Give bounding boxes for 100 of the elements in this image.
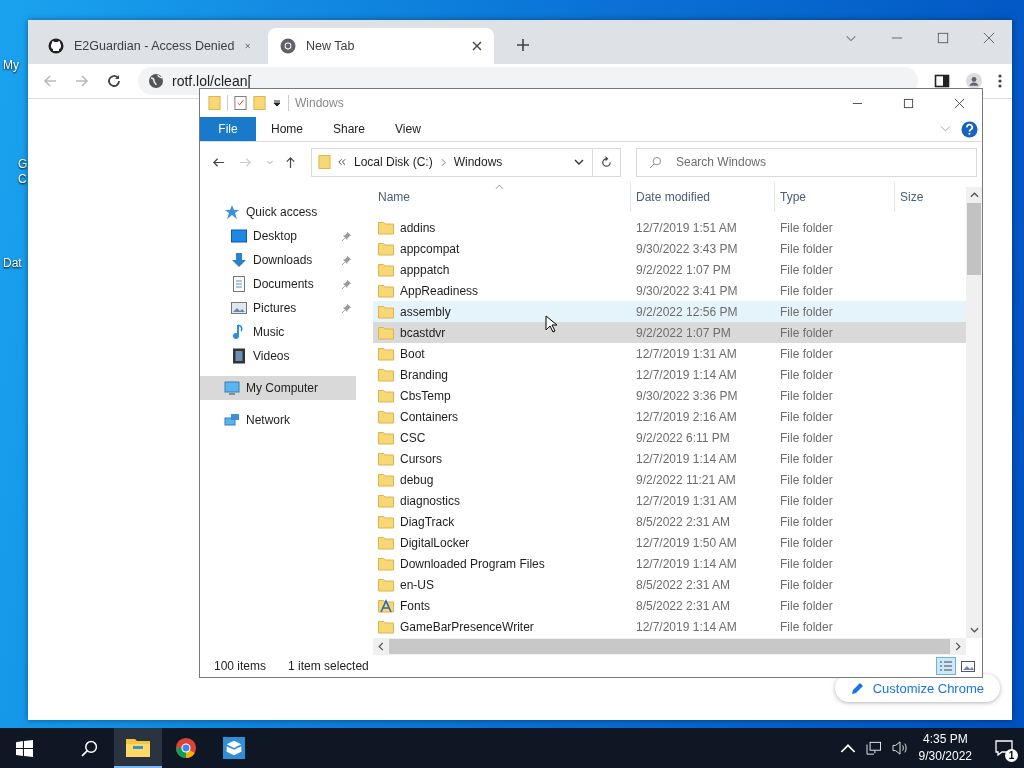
file-explorer-taskbar-button[interactable] bbox=[114, 728, 162, 768]
close-icon[interactable] bbox=[472, 41, 482, 51]
file-name: en-US bbox=[400, 577, 434, 592]
large-icons-view-icon[interactable] bbox=[960, 659, 976, 673]
file-row[interactable]: CbsTemp 9/30/2022 3:36 PM File folder bbox=[373, 385, 966, 406]
scroll-up-icon[interactable] bbox=[969, 192, 979, 198]
file-row[interactable]: Downloaded Program Files 12/7/2019 1:14 AM File folder bbox=[373, 553, 966, 574]
nav-item[interactable]: Videos bbox=[200, 344, 356, 368]
file-name: assembly bbox=[400, 304, 451, 319]
download-icon bbox=[231, 252, 247, 268]
maximize-icon[interactable] bbox=[937, 32, 949, 44]
folder-icon bbox=[378, 262, 394, 277]
type-cell: File folder bbox=[780, 409, 833, 424]
notifications-button[interactable]: 1 bbox=[984, 728, 1024, 768]
nav-item[interactable]: Music bbox=[200, 320, 356, 344]
properties-icon[interactable] bbox=[234, 95, 247, 111]
date-cell: 9/2/2022 12:56 PM bbox=[636, 304, 738, 319]
scroll-thumb[interactable] bbox=[967, 203, 981, 275]
column-header[interactable]: Type bbox=[775, 182, 895, 212]
column-header[interactable]: Date modified bbox=[631, 182, 775, 212]
pin-icon[interactable] bbox=[341, 230, 352, 242]
search-input[interactable]: Search Windows bbox=[674, 154, 976, 170]
column-header[interactable]: Size bbox=[895, 182, 966, 212]
breadcrumb-item[interactable]: Local Disk (C:) bbox=[354, 155, 433, 169]
speaker-icon[interactable] bbox=[891, 741, 908, 755]
browser-tab[interactable]: New Tab bbox=[268, 28, 494, 64]
file-row[interactable]: debug 9/2/2022 11:21 AM File folder bbox=[373, 469, 966, 490]
file-row[interactable]: bcastdvr 9/2/2022 1:07 PM File folder bbox=[373, 322, 966, 343]
box-app-icon bbox=[222, 737, 246, 759]
ribbon-tab[interactable]: View bbox=[380, 117, 436, 141]
file-row[interactable]: apppatch 9/2/2022 1:07 PM File folder bbox=[373, 259, 966, 280]
nav-item[interactable]: Quick access bbox=[200, 200, 356, 224]
folder-icon bbox=[378, 325, 394, 340]
pin-icon[interactable] bbox=[341, 278, 352, 290]
folder-icon bbox=[378, 346, 394, 361]
dropdown-icon[interactable] bbox=[272, 98, 282, 108]
folder-icon bbox=[378, 367, 394, 382]
new-tab-icon[interactable] bbox=[516, 38, 530, 52]
column-header[interactable]: Name bbox=[373, 182, 631, 212]
nav-item[interactable]: My Computer bbox=[200, 376, 356, 400]
nav-item[interactable]: Network bbox=[200, 408, 356, 432]
clock-time[interactable]: 4:35 PM bbox=[922, 731, 968, 748]
nav-item[interactable]: Downloads bbox=[200, 248, 356, 272]
scroll-thumb[interactable] bbox=[389, 639, 950, 654]
double-chevron-icon[interactable] bbox=[337, 158, 346, 166]
file-tab[interactable]: File bbox=[200, 117, 256, 141]
folder-icon bbox=[378, 304, 394, 319]
pencil-icon bbox=[850, 681, 865, 695]
browser-tab[interactable]: E2Guardian - Access Denied bbox=[36, 28, 262, 64]
maximize-icon[interactable] bbox=[903, 97, 914, 109]
search-icon[interactable] bbox=[81, 739, 98, 757]
menu-icon[interactable] bbox=[998, 73, 1002, 89]
help-icon[interactable] bbox=[961, 120, 978, 138]
reload-icon[interactable] bbox=[106, 73, 122, 89]
file-row[interactable]: appcompat 9/30/2022 3:43 PM File folder bbox=[373, 238, 966, 259]
file-row[interactable]: CSC 9/2/2022 6:11 PM File folder bbox=[373, 427, 966, 448]
file-row[interactable]: en-US 8/5/2022 2:31 AM File folder bbox=[373, 574, 966, 595]
scroll-right-icon[interactable] bbox=[955, 642, 961, 651]
scroll-down-icon[interactable] bbox=[969, 627, 979, 633]
nav-item[interactable]: Pictures bbox=[200, 296, 356, 320]
file-row[interactable]: diagnostics 12/7/2019 1:31 AM File folder bbox=[373, 490, 966, 511]
pin-icon[interactable] bbox=[341, 254, 352, 266]
network-icon[interactable] bbox=[865, 741, 882, 755]
type-cell: File folder bbox=[780, 283, 833, 298]
file-row[interactable]: Branding 12/7/2019 1:14 AM File folder bbox=[373, 364, 966, 385]
file-row[interactable]: assembly 9/2/2022 12:56 PM File folder bbox=[373, 301, 966, 322]
file-row[interactable]: Cursors 12/7/2019 1:14 AM File folder bbox=[373, 448, 966, 469]
file-name: CSC bbox=[400, 430, 426, 445]
folder-icon bbox=[378, 493, 394, 508]
clock-date[interactable]: 9/30/2022 bbox=[918, 748, 972, 765]
address-field[interactable]: Local Disk (C:) Windows bbox=[311, 147, 621, 177]
file-row[interactable]: Boot 12/7/2019 1:31 AM File folder bbox=[373, 343, 966, 364]
up-arrow-icon[interactable] bbox=[284, 155, 297, 169]
file-row[interactable]: addins 12/7/2019 1:51 AM File folder bbox=[373, 217, 966, 238]
desktop-icon bbox=[231, 228, 247, 244]
file-row[interactable]: DigitalLocker 12/7/2019 1:50 AM File folder bbox=[373, 532, 966, 553]
side-panel-icon[interactable] bbox=[934, 73, 950, 89]
profile-icon[interactable] bbox=[966, 73, 982, 89]
file-row[interactable]: Fonts 8/5/2022 2:31 AM File folder bbox=[373, 595, 966, 616]
file-row[interactable]: DiagTrack 8/5/2022 2:31 AM File folder bbox=[373, 511, 966, 532]
nav-item[interactable]: Documents bbox=[200, 272, 356, 296]
start-icon[interactable] bbox=[16, 739, 33, 757]
search-field[interactable]: Search Windows bbox=[636, 147, 977, 177]
dropdown-icon[interactable] bbox=[574, 158, 584, 166]
type-cell: File folder bbox=[780, 451, 833, 466]
pin-icon[interactable] bbox=[341, 302, 352, 314]
ribbon-tab[interactable]: Share bbox=[318, 117, 381, 141]
folder-icon bbox=[378, 535, 394, 550]
file-row[interactable]: GameBarPresenceWriter 12/7/2019 1:14 AM File folder bbox=[373, 616, 966, 637]
breadcrumb-item[interactable]: Windows bbox=[453, 155, 503, 169]
close-icon[interactable] bbox=[983, 32, 995, 44]
date-cell: 9/2/2022 1:07 PM bbox=[636, 325, 731, 340]
nav-item[interactable]: Desktop bbox=[200, 224, 356, 248]
close-icon[interactable] bbox=[954, 97, 965, 109]
horizontal-scrollbar[interactable] bbox=[373, 638, 966, 655]
file-row[interactable]: Containers 12/7/2019 2:16 AM File folder bbox=[373, 406, 966, 427]
ribbon-tab[interactable]: Home bbox=[256, 117, 318, 141]
scroll-left-icon[interactable] bbox=[378, 642, 384, 651]
file-row[interactable]: AppReadiness 9/30/2022 3:41 PM File folder bbox=[373, 280, 966, 301]
vertical-scrollbar[interactable] bbox=[966, 187, 982, 638]
